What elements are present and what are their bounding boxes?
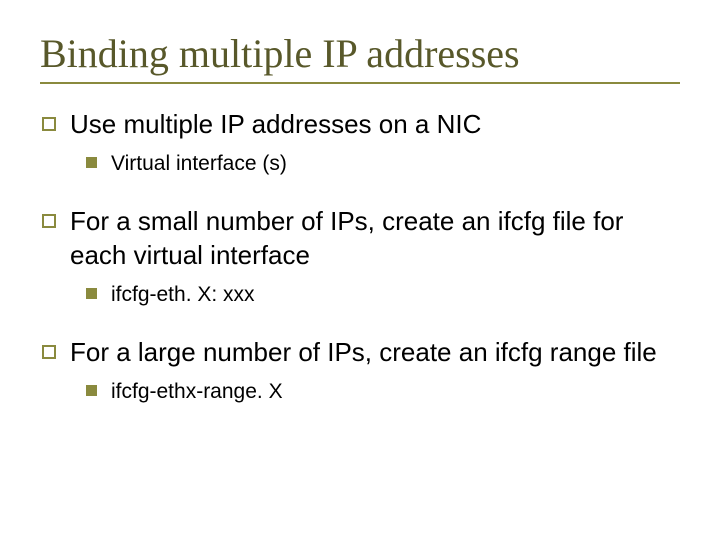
bullet-level1: For a large number of IPs, create an ifc… — [42, 336, 680, 370]
slide: Binding multiple IP addresses Use multip… — [0, 0, 720, 540]
bullet-text: For a large number of IPs, create an ifc… — [70, 336, 657, 370]
square-outline-icon — [42, 214, 56, 228]
square-solid-icon — [86, 385, 97, 396]
square-solid-icon — [86, 288, 97, 299]
square-outline-icon — [42, 117, 56, 131]
slide-title: Binding multiple IP addresses — [40, 32, 680, 76]
square-outline-icon — [42, 345, 56, 359]
bullet-level1: For a small number of IPs, create an ifc… — [42, 205, 680, 273]
bullet-level2: ifcfg-ethx-range. X — [86, 378, 680, 405]
slide-content: Use multiple IP addresses on a NIC Virtu… — [40, 108, 680, 405]
subbullet-text: Virtual interface (s) — [111, 150, 287, 177]
bullet-level1: Use multiple IP addresses on a NIC — [42, 108, 680, 142]
subbullet-text: ifcfg-eth. X: xxx — [111, 281, 255, 308]
subbullet-text: ifcfg-ethx-range. X — [111, 378, 283, 405]
square-solid-icon — [86, 157, 97, 168]
bullet-level2: Virtual interface (s) — [86, 150, 680, 177]
bullet-text: For a small number of IPs, create an ifc… — [70, 205, 680, 273]
title-underline — [40, 82, 680, 84]
bullet-text: Use multiple IP addresses on a NIC — [70, 108, 481, 142]
bullet-level2: ifcfg-eth. X: xxx — [86, 281, 680, 308]
